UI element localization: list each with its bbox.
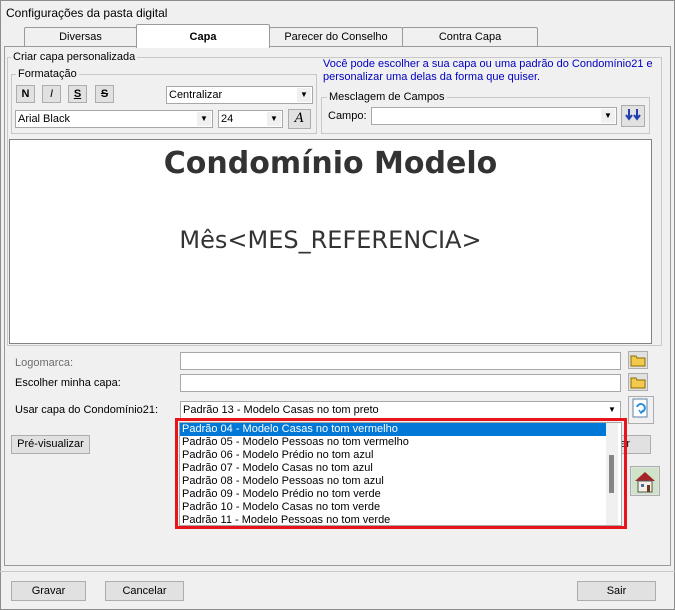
dropdown-option[interactable]: Padrão 06 - Modelo Prédio no tom azul <box>180 449 621 462</box>
font-size-select[interactable]: 24 ▼ <box>218 110 283 128</box>
font-select-value: Arial Black <box>18 113 70 125</box>
formatacao-legend: Formatação <box>16 68 79 80</box>
logomarca-browse-button[interactable] <box>628 351 648 369</box>
sair-button[interactable]: Sair <box>577 581 656 601</box>
folder-icon <box>630 355 646 367</box>
chevron-down-icon: ▼ <box>267 112 281 126</box>
chevron-down-icon: ▼ <box>605 403 619 417</box>
minha-capa-field[interactable] <box>180 374 621 392</box>
folder-icon <box>630 377 646 389</box>
logomarca-label: Logomarca: <box>15 357 74 369</box>
editor-heading: Condomínio Modelo <box>163 146 498 181</box>
pre-visualizar-button[interactable]: Pré-visualizar <box>11 435 90 454</box>
tab-capa[interactable]: Capa <box>136 24 270 48</box>
cancelar-button[interactable]: Cancelar <box>105 581 184 601</box>
campo-select[interactable]: ▼ <box>371 107 617 125</box>
house-image-button[interactable] <box>630 466 660 496</box>
font-dialog-button[interactable]: A <box>288 109 311 129</box>
usar-capa-dropdown-list[interactable]: Padrão 04 - Modelo Casas no tom vermelho… <box>179 422 622 526</box>
font-select[interactable]: Arial Black ▼ <box>15 110 213 128</box>
dropdown-option[interactable]: Padrão 08 - Modelo Pessoas no tom azul <box>180 475 621 488</box>
usar-capa-select[interactable]: Padrão 13 - Modelo Casas no tom preto ▼ <box>180 401 621 420</box>
capa-editor[interactable]: Condomínio Modelo Mês<MES_REFERENCIA> <box>9 139 652 344</box>
chevron-down-icon: ▼ <box>197 112 211 126</box>
dropdown-option[interactable]: Padrão 05 - Modelo Pessoas no tom vermel… <box>180 436 621 449</box>
chevron-down-icon: ▼ <box>601 109 615 123</box>
refresh-page-icon <box>632 398 648 418</box>
underline-button[interactable]: S <box>68 85 87 103</box>
minha-capa-browse-button[interactable] <box>628 373 648 391</box>
dropdown-option[interactable]: Padrão 07 - Modelo Casas no tom azul <box>180 462 621 475</box>
usar-capa-value: Padrão 13 - Modelo Casas no tom preto <box>183 404 379 416</box>
minha-capa-label: Escolher minha capa: <box>15 377 121 389</box>
font-size-value: 24 <box>221 113 234 125</box>
dropdown-option[interactable]: Padrão 11 - Modelo Pessoas no tom verde <box>180 514 621 525</box>
tab-parecer-do-conselho[interactable]: Parecer do Conselho <box>269 27 403 47</box>
house-icon <box>632 468 658 494</box>
gravar-button[interactable]: Gravar <box>11 581 86 601</box>
logomarca-field[interactable] <box>180 352 621 370</box>
window-title: Configurações da pasta digital <box>6 6 168 20</box>
bold-button[interactable]: N <box>16 85 35 103</box>
double-arrow-down-icon <box>625 109 641 121</box>
footer-divider <box>0 571 675 572</box>
dropdown-option[interactable]: Padrão 04 - Modelo Casas no tom vermelho <box>180 423 606 436</box>
capa-hint-text: Você pode escolher a sua capa ou uma pad… <box>323 58 653 83</box>
editor-subheading: Mês<MES_REFERENCIA> <box>179 226 482 254</box>
dropdown-scrollbar-thumb[interactable] <box>609 455 614 493</box>
refresh-capa-button[interactable] <box>628 396 654 424</box>
campo-label: Campo: <box>328 110 367 122</box>
chevron-down-icon: ▼ <box>297 88 311 102</box>
usar-capa-label: Usar capa do Condomínio21: <box>15 404 159 416</box>
strikethrough-button[interactable]: S <box>95 85 114 103</box>
dropdown-option[interactable]: Padrão 09 - Modelo Prédio no tom verde <box>180 488 621 501</box>
italic-button[interactable]: I <box>42 85 61 103</box>
mesclagem-legend: Mesclagem de Campos <box>327 91 447 103</box>
dropdown-option[interactable]: Padrão 10 - Modelo Casas no tom verde <box>180 501 621 514</box>
tab-diversas[interactable]: Diversas <box>24 27 137 47</box>
dropdown-scrollbar[interactable] <box>606 423 618 525</box>
tab-contra-capa[interactable]: Contra Capa <box>402 27 538 47</box>
criar-capa-legend: Criar capa personalizada <box>11 51 138 63</box>
align-select[interactable]: Centralizar ▼ <box>166 86 313 104</box>
align-select-value: Centralizar <box>169 89 223 101</box>
insert-field-button[interactable] <box>621 105 645 127</box>
